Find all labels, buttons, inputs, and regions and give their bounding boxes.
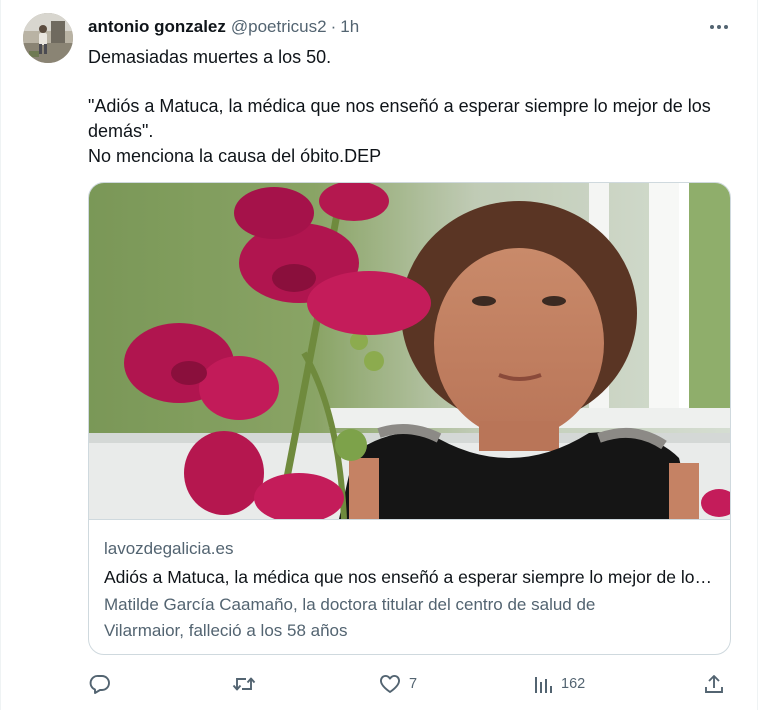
- retweet-button[interactable]: [232, 672, 264, 696]
- display-name[interactable]: antonio gonzalez: [88, 17, 226, 37]
- timestamp[interactable]: 1h: [340, 17, 359, 37]
- tweet-text-line: Demasiadas muertes a los 50.: [88, 47, 332, 67]
- user-handle[interactable]: @poetricus2: [231, 17, 327, 37]
- share-button[interactable]: [703, 672, 725, 696]
- retweet-icon: [232, 673, 256, 695]
- tweet-text-line: "Adiós a Matuca, la médica que nos enseñ…: [88, 96, 711, 141]
- card-text[interactable]: lavozdegalicia.es Adiós a Matuca, la méd…: [89, 519, 730, 654]
- card-domain: lavozdegalicia.es: [104, 539, 234, 558]
- action-bar: 7 162: [1, 666, 758, 702]
- link-preview-card[interactable]: lavozdegalicia.es Adiós a Matuca, la méd…: [88, 182, 731, 655]
- tweet-text: Demasiadas muertes a los 50. "Adiós a Ma…: [88, 45, 733, 169]
- share-icon: [703, 673, 725, 695]
- more-horizontal-icon: [709, 17, 729, 35]
- card-description: Matilde García Caamaño, la doctora titul…: [104, 595, 596, 640]
- views-button[interactable]: 162: [533, 672, 585, 696]
- like-button[interactable]: 7: [379, 672, 417, 696]
- views-chart-icon: [533, 673, 553, 695]
- tweet-header: antonio gonzalez @poetricus2 · 1h: [88, 16, 359, 38]
- reply-icon: [89, 673, 111, 695]
- tweet[interactable]: antonio gonzalez @poetricus2 · 1h Demasi…: [0, 0, 758, 710]
- views-count: 162: [561, 676, 586, 692]
- heart-icon: [379, 673, 401, 695]
- avatar[interactable]: [23, 13, 73, 63]
- card-title: Adiós a Matuca, la médica que nos enseñó…: [104, 567, 716, 587]
- card-image[interactable]: [89, 183, 730, 523]
- like-count: 7: [409, 676, 418, 692]
- tweet-text-line: No menciona la causa del óbito.DEP: [88, 146, 382, 166]
- reply-button[interactable]: [89, 672, 119, 696]
- separator-dot: ·: [330, 17, 337, 36]
- more-options-button[interactable]: [705, 14, 733, 38]
